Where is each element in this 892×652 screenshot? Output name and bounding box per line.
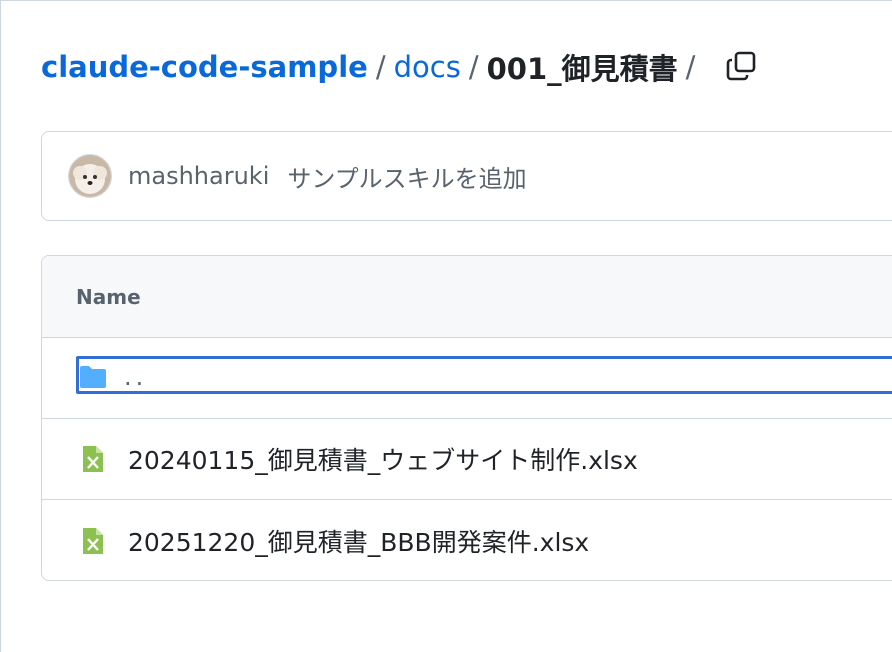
page: claude-code-sample / docs / 001_御見積書 / m… — [0, 0, 892, 652]
breadcrumb-current: 001_御見積書 — [486, 52, 678, 86]
file-link[interactable]: 20251220_御見積書_BBB開発案件.xlsx — [128, 523, 589, 559]
copy-icon — [725, 50, 757, 86]
breadcrumb-separator: / — [468, 50, 479, 84]
breadcrumb-separator: / — [685, 50, 696, 84]
table-row[interactable]: 20240115_御見積書_ウェブサイト制作.xlsx — [42, 419, 892, 500]
file-link[interactable]: 20240115_御見積書_ウェブサイト制作.xlsx — [128, 441, 638, 477]
breadcrumb: claude-code-sample / docs / 001_御見積書 / — [41, 47, 703, 87]
breadcrumb-repo-link[interactable]: claude-code-sample — [41, 50, 368, 84]
file-excel-icon — [78, 444, 108, 474]
copy-path-button[interactable] — [723, 51, 759, 85]
table-header-name: Name — [42, 256, 892, 338]
focus-ring — [76, 356, 892, 394]
commit-author[interactable]: mashharuki — [128, 162, 269, 190]
table-row[interactable]: 20251220_御見積書_BBB開発案件.xlsx — [42, 500, 892, 580]
latest-commit-box: mashharuki サンプルスキルを追加 — [41, 131, 892, 221]
parent-directory-row[interactable]: .. — [42, 338, 892, 419]
breadcrumb-separator: / — [375, 50, 386, 84]
file-table: Name .. 20240115_御見積書_ウェブサイト制作.xlsx 2025… — [41, 255, 892, 581]
breadcrumb-docs-link[interactable]: docs — [394, 50, 461, 84]
commit-message[interactable]: サンプルスキルを追加 — [287, 159, 526, 194]
file-excel-icon — [78, 526, 108, 556]
avatar[interactable] — [68, 154, 112, 198]
